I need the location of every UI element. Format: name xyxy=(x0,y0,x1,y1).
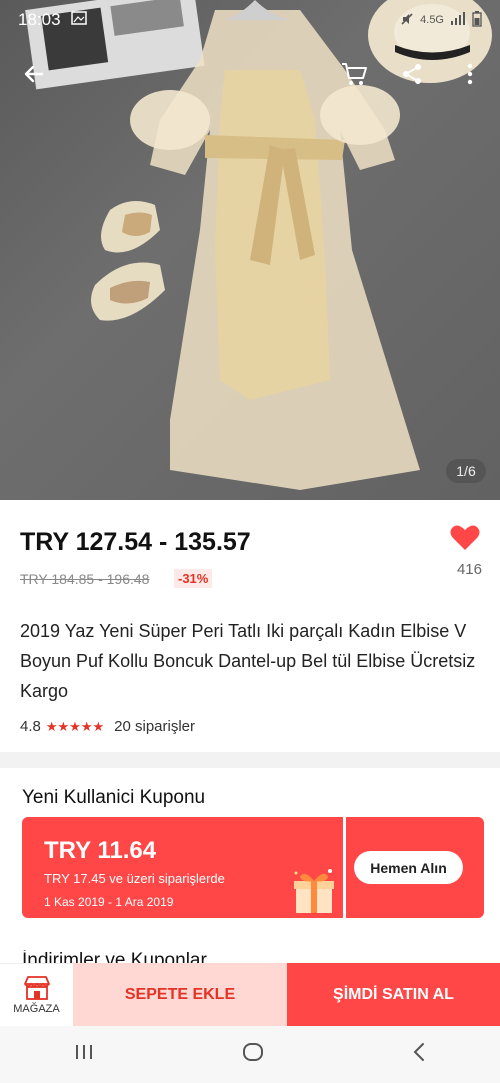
heart-icon xyxy=(450,525,480,550)
coupon-amount: TRY 11.64 xyxy=(44,837,157,864)
status-bar: 18:03 4.5G xyxy=(0,0,500,40)
image-notification-icon xyxy=(70,10,87,30)
coupon-dates: 1 Kas 2019 - 1 Ara 2019 xyxy=(44,895,174,909)
price-range: TRY 127.54 - 135.57 xyxy=(20,528,251,556)
cart-button[interactable] xyxy=(336,56,372,92)
buy-now-button[interactable]: ŞİMDİ SATIN AL xyxy=(287,963,500,1026)
cart-icon xyxy=(342,63,367,85)
back-arrow-icon xyxy=(24,65,44,83)
back-button[interactable] xyxy=(16,56,52,92)
system-navigation-bar xyxy=(0,1026,500,1083)
recent-apps-icon xyxy=(76,1045,92,1059)
rating-stars: ★★★★★ xyxy=(45,718,105,734)
claim-coupon-button[interactable]: Hemen Alın xyxy=(354,851,463,884)
coupon-info: TRY 11.64 TRY 17.45 ve üzeri siparişlerd… xyxy=(22,817,343,918)
signal-icon xyxy=(450,11,466,29)
wishlist-button[interactable] xyxy=(448,524,482,556)
discounts-heading: İndirimler ve Kuponlar xyxy=(22,950,207,964)
orders-count: 20 siparişler xyxy=(114,718,196,735)
back-nav-button[interactable] xyxy=(412,1042,426,1067)
more-options-button[interactable] xyxy=(452,56,488,92)
wishlist-count: 416 xyxy=(456,561,482,578)
section-divider xyxy=(0,752,500,768)
action-bar: MAĞAZA SEPETE EKLE ŞİMDİ SATIN AL xyxy=(0,963,500,1026)
network-type: 4.5G xyxy=(420,14,444,26)
battery-icon xyxy=(472,10,482,30)
coupon-action: Hemen Alın xyxy=(346,817,484,918)
chevron-left-icon xyxy=(413,1043,424,1061)
recent-apps-button[interactable] xyxy=(74,1043,94,1066)
store-label: MAĞAZA xyxy=(13,1002,60,1015)
gift-icon xyxy=(294,869,334,913)
original-price: TRY 184.85 - 196.48 xyxy=(20,571,150,587)
home-icon xyxy=(243,1043,263,1061)
mute-icon xyxy=(400,12,414,29)
status-time: 18:03 xyxy=(18,10,61,29)
store-button[interactable]: MAĞAZA xyxy=(0,963,73,1026)
product-title: 2019 Yaz Yeni Süper Peri Tatlı Iki parça… xyxy=(20,621,476,701)
store-icon xyxy=(23,975,50,1000)
share-button[interactable] xyxy=(394,56,430,92)
coupon-heading: Yeni Kullanici Kuponu xyxy=(22,787,206,808)
discount-badge: -31% xyxy=(174,569,213,588)
rating-row[interactable]: 4.8 ★★★★★ 20 siparişler xyxy=(20,718,195,735)
add-to-cart-button[interactable]: SEPETE EKLE xyxy=(73,963,287,1026)
home-button[interactable] xyxy=(242,1041,264,1068)
image-counter: 1/6 xyxy=(446,459,486,483)
more-vertical-icon xyxy=(467,63,473,85)
coupon-condition: TRY 17.45 ve üzeri siparişlerde xyxy=(44,871,225,886)
coupon-card[interactable]: TRY 11.64 TRY 17.45 ve üzeri siparişlerd… xyxy=(22,817,484,918)
share-icon xyxy=(403,64,421,84)
rating-value: 4.8 xyxy=(20,718,41,735)
